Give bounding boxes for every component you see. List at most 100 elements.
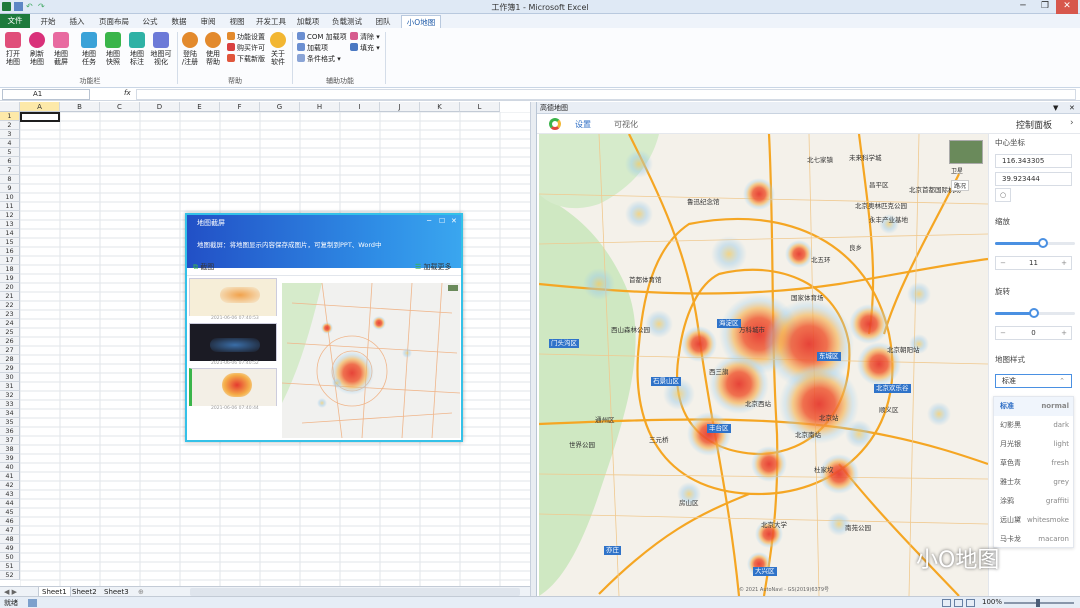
map-screenshot-button[interactable]: 地图 截屏 [50, 32, 72, 66]
popup-maximize-icon[interactable]: ☐ [439, 217, 445, 225]
row-header-19[interactable]: 19 [0, 274, 20, 283]
open-map-button[interactable]: 打开 地图 [2, 32, 24, 66]
map-style-option-light[interactable]: 月光银 light [994, 435, 1073, 454]
active-cell-a1[interactable] [20, 112, 60, 122]
tab-view[interactable]: 视图 [224, 15, 250, 28]
row-header-5[interactable]: 5 [0, 148, 20, 157]
row-header-3[interactable]: 3 [0, 130, 20, 139]
column-header-b[interactable]: B [60, 102, 100, 112]
name-box[interactable]: A1 [2, 89, 90, 100]
map-snapshot-button[interactable]: 地图 快照 [102, 32, 124, 66]
row-header-23[interactable]: 23 [0, 310, 20, 319]
row-header-47[interactable]: 47 [0, 526, 20, 535]
row-header-24[interactable]: 24 [0, 319, 20, 328]
row-header-40[interactable]: 40 [0, 463, 20, 472]
row-header-42[interactable]: 42 [0, 481, 20, 490]
usage-help-button[interactable]: 使用 帮助 [203, 32, 223, 66]
row-header-30[interactable]: 30 [0, 373, 20, 382]
row-header-12[interactable]: 12 [0, 211, 20, 220]
popup-minimize-icon[interactable]: ─ [427, 217, 431, 225]
rotate-decrement-icon[interactable]: − [996, 327, 1010, 339]
tab-file[interactable]: 文件 [0, 14, 30, 28]
row-header-39[interactable]: 39 [0, 454, 20, 463]
about-button[interactable]: 关于 软件 [268, 32, 288, 66]
row-header-15[interactable]: 15 [0, 238, 20, 247]
row-header-29[interactable]: 29 [0, 364, 20, 373]
tab-insert[interactable]: 插入 [64, 15, 90, 28]
column-header-d[interactable]: D [140, 102, 180, 112]
zoom-decrement-icon[interactable]: − [996, 257, 1010, 269]
satellite-toggle[interactable] [949, 140, 983, 164]
column-header-j[interactable]: J [380, 102, 420, 112]
map-style-option-fresh[interactable]: 草色青 fresh [994, 454, 1073, 473]
screenshot-button[interactable]: ⧉ 截图 [193, 262, 214, 272]
row-header-2[interactable]: 2 [0, 121, 20, 130]
zoom-slider[interactable] [995, 238, 1075, 248]
column-header-a[interactable]: A [20, 102, 60, 112]
row-header-18[interactable]: 18 [0, 265, 20, 274]
zoom-stepper[interactable]: − 11 + [995, 256, 1072, 270]
row-header-49[interactable]: 49 [0, 544, 20, 553]
column-header-e[interactable]: E [180, 102, 220, 112]
minimize-icon[interactable]: ─ [1012, 0, 1034, 14]
row-header-14[interactable]: 14 [0, 229, 20, 238]
close-icon[interactable]: ✕ [1056, 0, 1078, 14]
popup-close-icon[interactable]: ✕ [451, 217, 457, 225]
page-layout-view-icon[interactable] [954, 599, 963, 607]
row-header-38[interactable]: 38 [0, 445, 20, 454]
tab-load-test[interactable]: 负载测试 [327, 15, 367, 28]
map-style-select[interactable]: 标准 ⌃ [995, 374, 1072, 388]
tab-visualize[interactable]: 可视化 [614, 119, 638, 130]
map-style-option-normal[interactable]: 标准 normal [994, 397, 1073, 416]
fill-button[interactable]: 填充 ▾ [350, 43, 380, 53]
row-header-41[interactable]: 41 [0, 472, 20, 481]
row-header-22[interactable]: 22 [0, 301, 20, 310]
row-header-1[interactable]: 1 [0, 112, 20, 121]
row-header-17[interactable]: 17 [0, 256, 20, 265]
pane-menu-icon[interactable]: ▼ [1053, 102, 1058, 114]
row-header-51[interactable]: 51 [0, 562, 20, 571]
map-style-option-whitesmoke[interactable]: 远山黛 whitesmoke [994, 511, 1073, 530]
rotate-slider[interactable] [995, 308, 1075, 318]
row-header-37[interactable]: 37 [0, 436, 20, 445]
column-header-h[interactable]: H [300, 102, 340, 112]
row-header-34[interactable]: 34 [0, 409, 20, 418]
normal-view-icon[interactable] [942, 599, 951, 607]
map-task-button[interactable]: 地图 任务 [78, 32, 100, 66]
tab-settings[interactable]: 设置 [575, 119, 591, 130]
download-new-button[interactable]: 下载新版 [227, 54, 265, 64]
column-header-k[interactable]: K [420, 102, 460, 112]
column-header-i[interactable]: I [340, 102, 380, 112]
login-register-button[interactable]: 登陆/注册 [180, 32, 200, 66]
tab-team[interactable]: 团队 [370, 15, 396, 28]
tab-developer[interactable]: 开发工具 [253, 15, 289, 28]
map-style-option-graffiti[interactable]: 涂鸦 graffiti [994, 492, 1073, 511]
row-header-25[interactable]: 25 [0, 328, 20, 337]
map-visualize-button[interactable]: 地图可 视化 [148, 32, 174, 66]
tab-data[interactable]: 数据 [166, 15, 192, 28]
row-header-7[interactable]: 7 [0, 166, 20, 175]
row-header-13[interactable]: 13 [0, 220, 20, 229]
column-header-c[interactable]: C [100, 102, 140, 112]
row-header-50[interactable]: 50 [0, 553, 20, 562]
buy-license-button[interactable]: 购买许可 [227, 43, 265, 53]
latitude-input[interactable]: 39.923444 [995, 172, 1072, 186]
horizontal-scrollbar[interactable] [190, 588, 520, 596]
row-header-52[interactable]: 52 [0, 571, 20, 580]
row-header-10[interactable]: 10 [0, 193, 20, 202]
clear-button[interactable]: 清除 ▾ [350, 32, 380, 42]
refresh-map-button[interactable]: 刷新 地图 [26, 32, 48, 66]
row-header-16[interactable]: 16 [0, 247, 20, 256]
column-header-f[interactable]: F [220, 102, 260, 112]
collapse-panel-icon[interactable]: › [1070, 118, 1074, 128]
row-header-31[interactable]: 31 [0, 382, 20, 391]
macro-record-icon[interactable] [28, 599, 37, 607]
rotate-slider-knob[interactable] [1029, 308, 1039, 318]
pane-close-icon[interactable]: ✕ [1069, 102, 1075, 114]
row-header-45[interactable]: 45 [0, 508, 20, 517]
conditional-format-button[interactable]: 条件格式 ▾ [297, 54, 341, 64]
row-header-46[interactable]: 46 [0, 517, 20, 526]
row-header-32[interactable]: 32 [0, 391, 20, 400]
thumbnail-3[interactable] [189, 368, 277, 410]
row-header-27[interactable]: 27 [0, 346, 20, 355]
